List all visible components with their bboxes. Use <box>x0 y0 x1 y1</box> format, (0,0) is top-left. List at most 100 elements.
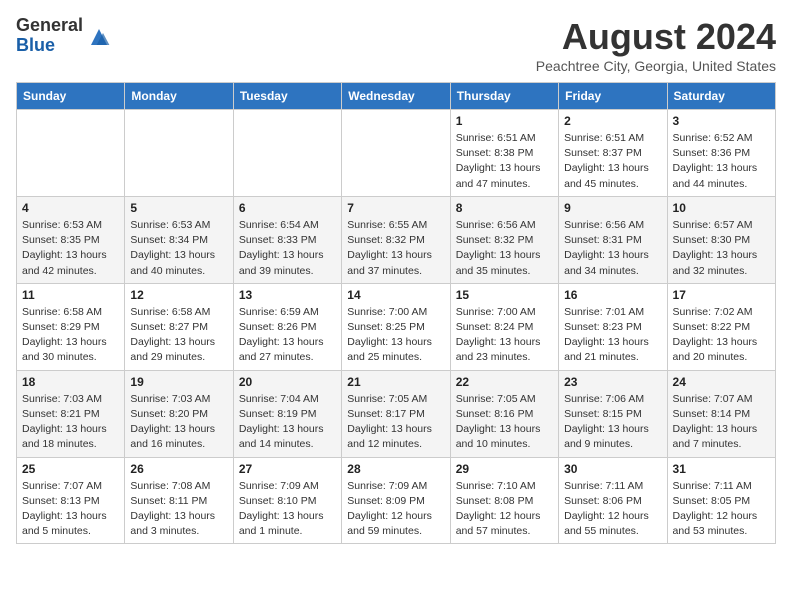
day-info: Sunrise: 6:56 AMSunset: 8:31 PMDaylight:… <box>564 218 661 279</box>
day-cell: 17 Sunrise: 7:02 AMSunset: 8:22 PMDayligh… <box>667 283 775 370</box>
day-info: Sunrise: 6:51 AMSunset: 8:37 PMDaylight:… <box>564 131 661 192</box>
day-number: 13 <box>239 288 336 302</box>
day-cell: 13 Sunrise: 6:59 AMSunset: 8:26 PMDayligh… <box>233 283 341 370</box>
day-info: Sunrise: 7:09 AMSunset: 8:09 PMDaylight:… <box>347 479 444 540</box>
col-header-saturday: Saturday <box>667 83 775 110</box>
logo-general: General <box>16 16 83 36</box>
day-number: 26 <box>130 462 227 476</box>
day-cell: 16 Sunrise: 7:01 AMSunset: 8:23 PMDayligh… <box>559 283 667 370</box>
col-header-friday: Friday <box>559 83 667 110</box>
day-cell: 30 Sunrise: 7:11 AMSunset: 8:06 PMDayligh… <box>559 457 667 544</box>
day-cell: 1Sunrise: 6:51 AMSunset: 8:38 PMDaylight… <box>450 110 558 197</box>
week-row-4: 18Sunrise: 7:03 AMSunset: 8:21 PMDayligh… <box>17 370 776 457</box>
logo-blue: Blue <box>16 36 83 56</box>
day-info: Sunrise: 7:03 AMSunset: 8:20 PMDaylight:… <box>130 392 227 453</box>
day-info: Sunrise: 7:01 AMSunset: 8:23 PMDaylight:… <box>564 305 661 366</box>
day-info: Sunrise: 6:54 AMSunset: 8:33 PMDaylight:… <box>239 218 336 279</box>
day-cell: 5Sunrise: 6:53 AMSunset: 8:34 PMDaylight… <box>125 196 233 283</box>
day-number: 19 <box>130 375 227 389</box>
logo-text: General Blue <box>16 16 83 56</box>
location-subtitle: Peachtree City, Georgia, United States <box>536 58 776 74</box>
day-number: 30 <box>564 462 661 476</box>
day-cell: 20Sunrise: 7:04 AMSunset: 8:19 PMDayligh… <box>233 370 341 457</box>
day-cell: 31Sunrise: 7:11 AMSunset: 8:05 PMDayligh… <box>667 457 775 544</box>
day-info: Sunrise: 7:11 AMSunset: 8:05 PMDaylight:… <box>673 479 770 540</box>
day-info: Sunrise: 6:58 AMSunset: 8:29 PMDaylight:… <box>22 305 119 366</box>
day-info: Sunrise: 7:04 AMSunset: 8:19 PMDaylight:… <box>239 392 336 453</box>
day-info: Sunrise: 7:06 AMSunset: 8:15 PMDaylight:… <box>564 392 661 453</box>
day-cell: 10 Sunrise: 6:57 AMSunset: 8:30 PMDayligh… <box>667 196 775 283</box>
day-cell <box>17 110 125 197</box>
day-info: Sunrise: 6:57 AMSunset: 8:30 PMDaylight:… <box>673 218 770 279</box>
week-row-1: 1Sunrise: 6:51 AMSunset: 8:38 PMDaylight… <box>17 110 776 197</box>
day-number: 11 <box>22 288 119 302</box>
day-cell: 22 Sunrise: 7:05 AMSunset: 8:16 PMDayligh… <box>450 370 558 457</box>
day-cell: 2 Sunrise: 6:51 AMSunset: 8:37 PMDaylight… <box>559 110 667 197</box>
day-info: Sunrise: 7:08 AMSunset: 8:11 PMDaylight:… <box>130 479 227 540</box>
day-cell: 27 Sunrise: 7:09 AMSunset: 8:10 PMDayligh… <box>233 457 341 544</box>
day-info: Sunrise: 6:53 AMSunset: 8:34 PMDaylight:… <box>130 218 227 279</box>
day-number: 17 <box>673 288 770 302</box>
day-cell: 11 Sunrise: 6:58 AMSunset: 8:29 PMDayligh… <box>17 283 125 370</box>
day-cell: 29 Sunrise: 7:10 AMSunset: 8:08 PMDayligh… <box>450 457 558 544</box>
page-header: General Blue August 2024 Peachtree City,… <box>16 16 776 74</box>
day-cell: 4Sunrise: 6:53 AMSunset: 8:35 PMDaylight… <box>17 196 125 283</box>
day-info: Sunrise: 7:05 AMSunset: 8:16 PMDaylight:… <box>456 392 553 453</box>
day-info: Sunrise: 7:11 AMSunset: 8:06 PMDaylight:… <box>564 479 661 540</box>
day-number: 1 <box>456 114 553 128</box>
day-info: Sunrise: 7:05 AMSunset: 8:17 PMDaylight:… <box>347 392 444 453</box>
col-header-thursday: Thursday <box>450 83 558 110</box>
month-title: August 2024 <box>536 16 776 58</box>
calendar-table: SundayMondayTuesdayWednesdayThursdayFrid… <box>16 82 776 544</box>
day-number: 24 <box>673 375 770 389</box>
day-cell: 24 Sunrise: 7:07 AMSunset: 8:14 PMDayligh… <box>667 370 775 457</box>
day-cell <box>125 110 233 197</box>
day-number: 27 <box>239 462 336 476</box>
day-number: 29 <box>456 462 553 476</box>
day-info: Sunrise: 7:09 AMSunset: 8:10 PMDaylight:… <box>239 479 336 540</box>
day-number: 12 <box>130 288 227 302</box>
day-number: 21 <box>347 375 444 389</box>
day-info: Sunrise: 7:07 AMSunset: 8:13 PMDaylight:… <box>22 479 119 540</box>
day-info: Sunrise: 6:58 AMSunset: 8:27 PMDaylight:… <box>130 305 227 366</box>
day-info: Sunrise: 6:52 AMSunset: 8:36 PMDaylight:… <box>673 131 770 192</box>
day-number: 14 <box>347 288 444 302</box>
day-number: 2 <box>564 114 661 128</box>
day-cell: 23Sunrise: 7:06 AMSunset: 8:15 PMDayligh… <box>559 370 667 457</box>
day-cell: 14 Sunrise: 7:00 AMSunset: 8:25 PMDayligh… <box>342 283 450 370</box>
day-info: Sunrise: 6:53 AMSunset: 8:35 PMDaylight:… <box>22 218 119 279</box>
day-cell: 19 Sunrise: 7:03 AMSunset: 8:20 PMDayligh… <box>125 370 233 457</box>
day-cell <box>342 110 450 197</box>
day-number: 10 <box>673 201 770 215</box>
day-info: Sunrise: 6:56 AMSunset: 8:32 PMDaylight:… <box>456 218 553 279</box>
week-row-3: 11 Sunrise: 6:58 AMSunset: 8:29 PMDayligh… <box>17 283 776 370</box>
day-info: Sunrise: 7:02 AMSunset: 8:22 PMDaylight:… <box>673 305 770 366</box>
header-row: SundayMondayTuesdayWednesdayThursdayFrid… <box>17 83 776 110</box>
day-cell: 7 Sunrise: 6:55 AMSunset: 8:32 PMDaylight… <box>342 196 450 283</box>
day-number: 7 <box>347 201 444 215</box>
day-info: Sunrise: 7:07 AMSunset: 8:14 PMDaylight:… <box>673 392 770 453</box>
day-info: Sunrise: 6:59 AMSunset: 8:26 PMDaylight:… <box>239 305 336 366</box>
day-info: Sunrise: 6:55 AMSunset: 8:32 PMDaylight:… <box>347 218 444 279</box>
title-block: August 2024 Peachtree City, Georgia, Uni… <box>536 16 776 74</box>
col-header-wednesday: Wednesday <box>342 83 450 110</box>
day-cell: 25 Sunrise: 7:07 AMSunset: 8:13 PMDayligh… <box>17 457 125 544</box>
day-cell: 28Sunrise: 7:09 AMSunset: 8:09 PMDayligh… <box>342 457 450 544</box>
day-number: 16 <box>564 288 661 302</box>
day-cell <box>233 110 341 197</box>
day-cell: 8Sunrise: 6:56 AMSunset: 8:32 PMDaylight… <box>450 196 558 283</box>
day-info: Sunrise: 7:00 AMSunset: 8:25 PMDaylight:… <box>347 305 444 366</box>
day-cell: 21 Sunrise: 7:05 AMSunset: 8:17 PMDayligh… <box>342 370 450 457</box>
day-cell: 26 Sunrise: 7:08 AMSunset: 8:11 PMDayligh… <box>125 457 233 544</box>
day-cell: 12 Sunrise: 6:58 AMSunset: 8:27 PMDayligh… <box>125 283 233 370</box>
col-header-sunday: Sunday <box>17 83 125 110</box>
week-row-2: 4Sunrise: 6:53 AMSunset: 8:35 PMDaylight… <box>17 196 776 283</box>
day-cell: 9 Sunrise: 6:56 AMSunset: 8:31 PMDaylight… <box>559 196 667 283</box>
day-number: 25 <box>22 462 119 476</box>
day-number: 9 <box>564 201 661 215</box>
day-cell: 3 Sunrise: 6:52 AMSunset: 8:36 PMDaylight… <box>667 110 775 197</box>
day-info: Sunrise: 7:10 AMSunset: 8:08 PMDaylight:… <box>456 479 553 540</box>
logo-icon <box>87 25 111 49</box>
day-number: 22 <box>456 375 553 389</box>
day-number: 3 <box>673 114 770 128</box>
